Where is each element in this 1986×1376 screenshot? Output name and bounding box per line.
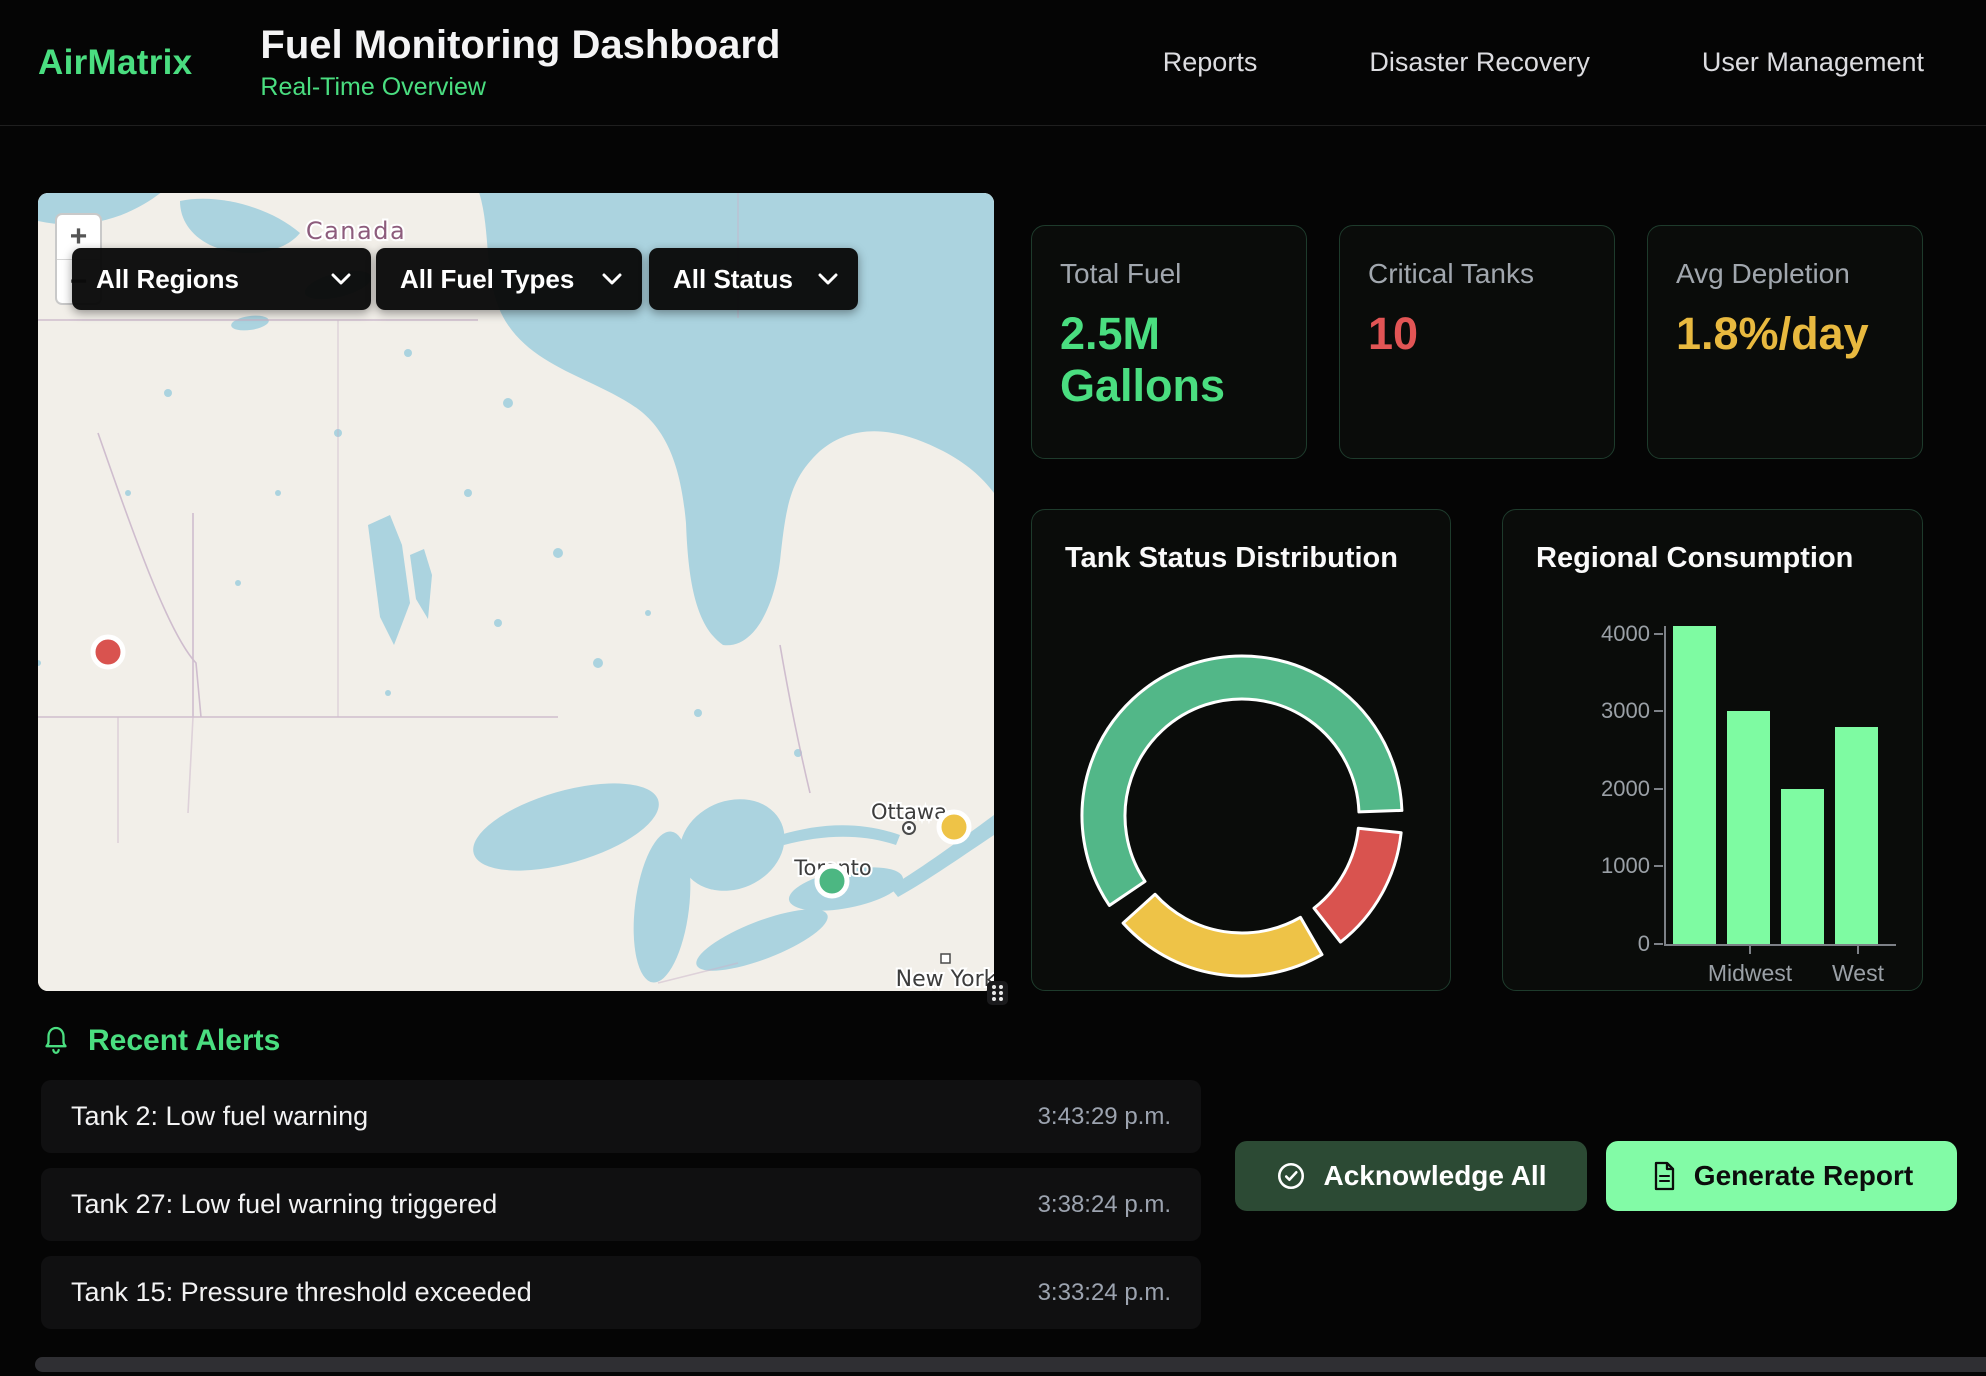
title-block: Fuel Monitoring Dashboard Real-Time Over… — [260, 23, 780, 102]
country-label-canada: Canada — [306, 217, 406, 245]
horizontal-scrollbar[interactable] — [35, 1357, 1986, 1372]
bell-icon — [41, 1025, 71, 1058]
filter-dropdown-status[interactable]: All Status — [649, 248, 858, 310]
bar-1[interactable] — [1727, 711, 1770, 944]
map-resize-handle[interactable] — [987, 981, 1008, 1005]
page-title: Fuel Monitoring Dashboard — [260, 23, 780, 68]
y-tick-label: 4000 — [1560, 621, 1650, 647]
regional-consumption-title: Regional Consumption — [1536, 542, 1922, 575]
alert-time: 3:33:24 p.m. — [1038, 1279, 1171, 1307]
y-tick-label: 1000 — [1560, 853, 1650, 879]
acknowledge-all-label: Acknowledge All — [1323, 1160, 1546, 1192]
stat-value: 2.5M Gallons — [1060, 308, 1235, 412]
tank-marker-green[interactable] — [817, 866, 847, 896]
document-icon — [1650, 1160, 1678, 1192]
alert-time: 3:38:24 p.m. — [1038, 1191, 1171, 1219]
map-canvas: Canada Ottawa Toronto New York — [38, 193, 994, 991]
y-tick-mark — [1654, 633, 1663, 635]
regional-consumption-panel: Regional Consumption 01000200030004000Mi… — [1502, 509, 1923, 991]
bar-3[interactable] — [1835, 727, 1878, 944]
nav-item-disaster-recovery[interactable]: Disaster Recovery — [1369, 47, 1590, 78]
x-tick-mark — [1749, 946, 1751, 954]
stat-value: 10 — [1368, 308, 1543, 360]
bar-chart: 01000200030004000MidwestWest — [1664, 626, 1896, 946]
x-tick-label: West — [1793, 960, 1923, 987]
tank-status-panel: Tank Status Distribution — [1031, 509, 1451, 991]
stat-label: Total Fuel — [1060, 258, 1278, 290]
alerts-header: Recent Alerts — [41, 1024, 280, 1058]
y-tick-label: 3000 — [1560, 698, 1650, 724]
stat-label: Critical Tanks — [1368, 258, 1586, 290]
alert-row: Tank 2: Low fuel warning 3:43:29 p.m. — [41, 1080, 1201, 1153]
y-tick-mark — [1654, 943, 1663, 945]
donut-segment-yellow[interactable] — [1123, 894, 1322, 976]
y-tick-mark — [1654, 788, 1663, 790]
stat-card-total-fuel: Total Fuel 2.5M Gallons — [1031, 225, 1307, 459]
tank-marker-yellow[interactable] — [939, 812, 969, 842]
filter-dropdown-fuel-types-label: All Fuel Types — [400, 264, 574, 295]
nav-item-reports[interactable]: Reports — [1163, 47, 1258, 78]
chevron-down-icon — [818, 273, 838, 285]
alert-message: Tank 15: Pressure threshold exceeded — [71, 1277, 532, 1308]
alert-row: Tank 15: Pressure threshold exceeded 3:3… — [41, 1256, 1201, 1329]
stat-card-critical-tanks: Critical Tanks 10 — [1339, 225, 1615, 459]
map[interactable]: Canada Ottawa Toronto New York + − All R… — [38, 193, 994, 991]
y-tick-label: 0 — [1560, 931, 1650, 957]
chevron-down-icon — [331, 273, 351, 285]
filter-dropdown-regions-label: All Regions — [96, 264, 239, 295]
bar-2[interactable] — [1781, 789, 1824, 944]
stat-card-avg-depletion: Avg Depletion 1.8%/day — [1647, 225, 1923, 459]
city-label-new-york: New York — [896, 967, 994, 991]
header: AirMatrix Fuel Monitoring Dashboard Real… — [0, 0, 1986, 126]
alert-time: 3:43:29 p.m. — [1038, 1103, 1171, 1131]
alert-message: Tank 27: Low fuel warning triggered — [71, 1189, 497, 1220]
stat-label: Avg Depletion — [1676, 258, 1894, 290]
tank-marker-red[interactable] — [93, 637, 123, 667]
app-logo: AirMatrix — [38, 43, 192, 83]
check-circle-icon — [1275, 1160, 1307, 1192]
filter-dropdown-status-label: All Status — [673, 264, 793, 295]
x-tick-mark — [1857, 946, 1859, 954]
bar-0[interactable] — [1673, 626, 1716, 944]
filter-dropdown-regions[interactable]: All Regions — [72, 248, 371, 310]
page-subtitle: Real-Time Overview — [260, 73, 780, 102]
donut-segment-red[interactable] — [1314, 828, 1401, 942]
y-tick-label: 2000 — [1560, 776, 1650, 802]
donut-chart — [1032, 510, 1452, 992]
nav-item-user-management[interactable]: User Management — [1702, 47, 1924, 78]
main-nav: Reports Disaster Recovery User Managemen… — [1163, 47, 1924, 78]
y-tick-mark — [1654, 865, 1663, 867]
chevron-down-icon — [602, 273, 622, 285]
generate-report-button[interactable]: Generate Report — [1606, 1141, 1957, 1211]
filter-dropdown-fuel-types[interactable]: All Fuel Types — [376, 248, 642, 310]
alert-row: Tank 27: Low fuel warning triggered 3:38… — [41, 1168, 1201, 1241]
generate-report-label: Generate Report — [1694, 1160, 1913, 1192]
acknowledge-all-button[interactable]: Acknowledge All — [1235, 1141, 1587, 1211]
alerts-title: Recent Alerts — [88, 1024, 280, 1058]
city-label-ottawa: Ottawa — [871, 800, 947, 824]
alert-message: Tank 2: Low fuel warning — [71, 1101, 368, 1132]
y-tick-mark — [1654, 710, 1663, 712]
stat-value: 1.8%/day — [1676, 308, 1851, 360]
